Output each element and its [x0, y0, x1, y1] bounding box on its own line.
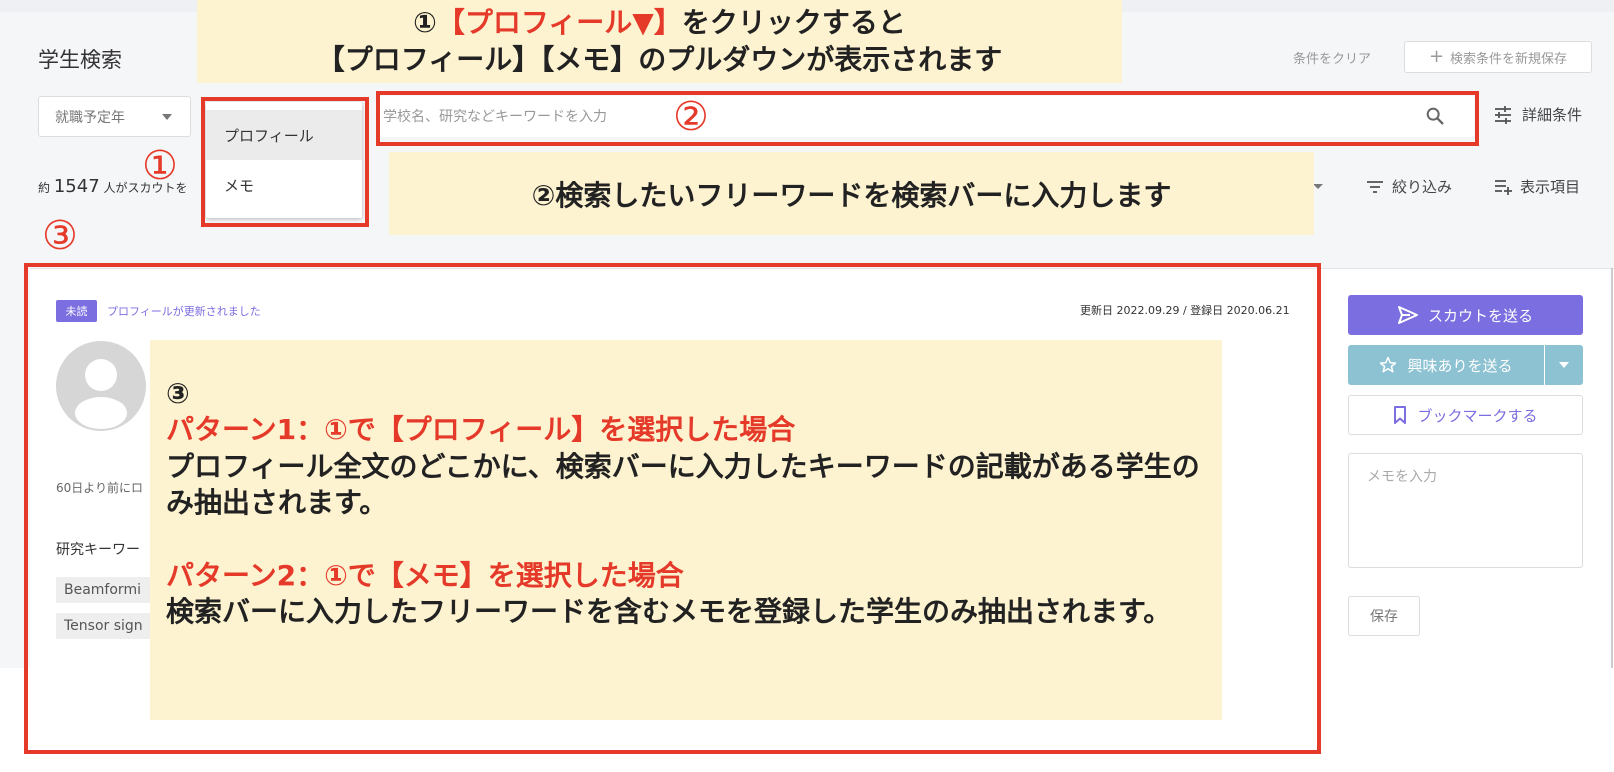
note1-highlight: 【プロフィール▼】 — [436, 6, 682, 40]
send-icon — [1397, 306, 1418, 324]
result-count-number: 1547 — [53, 176, 100, 197]
save-condition-label: 検索条件を新規保存 — [1450, 51, 1568, 67]
marker-1: ① — [142, 143, 178, 189]
result-count-prefix: 約 — [38, 181, 51, 195]
detail-conditions-button[interactable]: 詳細条件 — [1494, 104, 1582, 125]
graduation-year-select[interactable]: 就職予定年 — [38, 96, 191, 137]
filter-icon — [1367, 180, 1383, 193]
note2-text: ②検索したいフリーワードを検索バーに入力します — [531, 178, 1172, 212]
note1-line2: 【プロフィール】【メモ】のプルダウンが表示されます — [316, 42, 1003, 76]
sliders-icon — [1495, 105, 1511, 124]
list-add-icon — [1495, 179, 1512, 195]
highlight-box-results — [24, 263, 1321, 754]
highlight-box-search — [376, 91, 1479, 146]
memo-input[interactable] — [1348, 453, 1583, 568]
sort-chevron-icon[interactable] — [1313, 184, 1323, 189]
send-scout-label: スカウトを送る — [1427, 306, 1533, 325]
filter-button[interactable]: 絞り込み — [1366, 176, 1452, 197]
bookmark-icon — [1394, 406, 1407, 424]
plus-icon: + — [1428, 46, 1445, 67]
bookmark-button[interactable]: ブックマークする — [1348, 395, 1583, 435]
display-columns-button[interactable]: 表示項目 — [1494, 176, 1580, 197]
display-columns-label: 表示項目 — [1520, 178, 1581, 196]
annotation-note-2: ②検索したいフリーワードを検索バーに入力します — [389, 152, 1314, 235]
send-interest-button[interactable]: 興味ありを送る — [1348, 345, 1544, 385]
scrollbar[interactable] — [1611, 268, 1613, 668]
interest-options-dropdown[interactable] — [1545, 345, 1583, 385]
send-interest-label: 興味ありを送る — [1407, 356, 1513, 375]
graduation-year-label: 就職予定年 — [55, 109, 125, 126]
marker-3: ③ — [42, 213, 78, 259]
annotation-note-1: ①【プロフィール▼】をクリックすると 【プロフィール】【メモ】のプルダウンが表示… — [197, 0, 1122, 83]
send-scout-button[interactable]: スカウトを送る — [1348, 295, 1583, 335]
filter-label: 絞り込み — [1392, 178, 1453, 196]
highlight-box-dropdown — [201, 97, 369, 227]
page-title: 学生検索 — [38, 48, 122, 72]
note1-suffix: をクリックすると — [681, 6, 906, 40]
chevron-down-icon — [162, 114, 172, 120]
save-condition-button[interactable]: + 検索条件を新規保存 — [1404, 41, 1592, 73]
marker-2: ② — [673, 94, 709, 140]
bookmark-label: ブックマークする — [1417, 406, 1538, 425]
detail-conditions-label: 詳細条件 — [1522, 106, 1583, 124]
star-icon — [1380, 356, 1397, 373]
memo-save-button[interactable]: 保存 — [1348, 596, 1420, 636]
note1-prefix: ① — [413, 6, 437, 40]
clear-conditions-link[interactable]: 条件をクリア — [1293, 48, 1371, 67]
